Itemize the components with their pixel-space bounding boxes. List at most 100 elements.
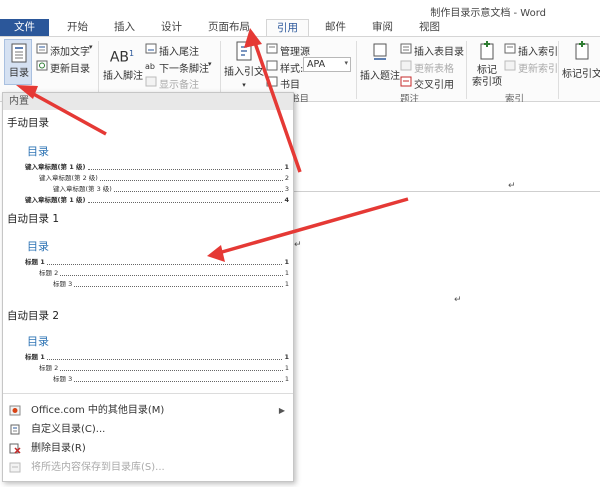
menu-item-label: 自定义目录(C)...	[31, 424, 106, 435]
toc-preview-line: 标题 21	[39, 269, 289, 277]
mark-entry-label-line1: 标记	[477, 65, 497, 76]
style-icon	[266, 60, 278, 71]
title-bar: 制作目录示意文档 - Word 文件 开始 插入 设计 页面布局 引用 邮件 审…	[0, 0, 600, 37]
toc-option-auto-2[interactable]: 自动目录 2 目录 标题 11 标题 21 标题 31	[3, 305, 293, 391]
add-text-icon	[36, 43, 48, 54]
update-index-icon	[504, 60, 516, 71]
toc-option-title: 自动目录 2	[7, 310, 60, 322]
save-selection-icon	[9, 462, 21, 473]
ribbon-separator	[466, 41, 467, 99]
custom-toc-icon	[10, 424, 20, 435]
builtin-header: 内置	[3, 93, 293, 110]
manage-sources-button[interactable]: 管理源	[280, 43, 310, 58]
mark-entry-icon	[480, 41, 494, 60]
insert-footnote-button[interactable]: AB1 插入脚注	[103, 45, 143, 83]
toc-preview-heading: 目录	[27, 240, 49, 253]
style-select-value: APA	[307, 59, 326, 70]
toc-preview-line: 键入章标题(第 1 级) 4	[25, 196, 289, 204]
page-top-line	[291, 191, 600, 192]
cross-reference-button[interactable]: 交叉引用	[414, 76, 454, 91]
update-table-button[interactable]: 更新表格	[414, 60, 454, 75]
mark-entry-button[interactable]: 标记 索引项	[470, 41, 504, 89]
chevron-down-icon: ▾	[344, 59, 348, 67]
tab-home[interactable]: 开始	[57, 19, 98, 36]
menu-item-office-toc[interactable]: Office.com 中的其他目录(M) ▶	[3, 401, 293, 420]
toc-option-auto-1[interactable]: 自动目录 1 目录 标题 11 标题 21 标题 31	[3, 208, 293, 298]
update-table-icon	[400, 60, 412, 71]
toc-gallery-dropdown: 内置 手动目录 目录 键入章标题(第 1 级) 1 键入章标题(第 2 级) 2 键…	[2, 92, 294, 482]
next-footnote-button[interactable]: 下一条脚注	[159, 60, 209, 75]
tab-design[interactable]: 设计	[151, 19, 192, 36]
mark-citation-icon	[575, 41, 589, 60]
mark-entry-label-line2: 索引项	[472, 77, 502, 88]
ribbon-tabs: 文件 开始 插入 设计 页面布局 引用 邮件 审阅 视图	[0, 19, 456, 37]
insert-citation-button[interactable]: 插入引文 ▾	[224, 41, 264, 91]
toc-preview-line: 标题 31	[53, 280, 289, 288]
insert-caption-button[interactable]: 插入题注	[360, 43, 400, 83]
insert-endnote-button[interactable]: 插入尾注	[159, 43, 199, 58]
insert-caption-label: 插入题注	[360, 71, 400, 82]
bibliography-icon	[266, 76, 278, 87]
ribbon-separator	[558, 41, 559, 99]
next-footnote-icon: ab	[145, 62, 155, 71]
window-title: 制作目录示意文档 - Word	[430, 8, 546, 19]
next-footnote-dropdown-icon[interactable]: ▾	[208, 60, 212, 68]
chevron-right-icon: ▶	[278, 406, 285, 415]
toc-button[interactable]: 目录	[4, 39, 32, 85]
show-notes-icon	[145, 76, 157, 87]
tab-insert[interactable]: 插入	[104, 19, 145, 36]
word-window: 制作目录示意文档 - Word 文件 开始 插入 设计 页面布局 引用 邮件 审…	[0, 0, 600, 487]
toc-preview-heading: 目录	[27, 335, 49, 348]
mark-citation-button[interactable]: 标记引文	[562, 41, 600, 81]
show-notes-button[interactable]: 显示备注	[159, 76, 199, 91]
toc-preview-heading: 目录	[27, 145, 49, 158]
menu-item-custom-toc[interactable]: 自定义目录(C)...	[3, 420, 293, 439]
toc-button-label: 目录	[9, 68, 29, 79]
toc-option-title: 自动目录 1	[7, 213, 60, 225]
tab-layout[interactable]: 页面布局	[198, 19, 260, 36]
cross-reference-icon	[400, 76, 412, 87]
bibliography-button[interactable]: 书目	[280, 76, 300, 91]
insert-citation-dropdown-icon: ▾	[242, 81, 246, 89]
table-of-figures-icon	[400, 43, 412, 54]
toc-preview-line: 标题 31	[53, 375, 289, 383]
toc-preview-line: 键入章标题(第 1 级) 1	[25, 163, 289, 171]
ribbon-separator	[356, 41, 357, 99]
menu-item-label: Office.com 中的其他目录(M)	[31, 405, 165, 416]
insert-citation-label: 插入引文	[224, 67, 264, 78]
update-toc-button[interactable]: 更新目录	[50, 60, 90, 75]
paragraph-mark: ↵	[294, 240, 302, 250]
footnote-icon: AB1	[109, 49, 135, 66]
menu-item-save-selection[interactable]: 将所选内容保存到目录库(S)...	[3, 458, 293, 477]
tab-references[interactable]: 引用	[266, 19, 309, 37]
tab-file[interactable]: 文件	[0, 19, 49, 36]
insert-index-icon	[504, 43, 516, 54]
tab-mailings[interactable]: 邮件	[315, 19, 356, 36]
toc-preview-line: 标题 11	[25, 353, 289, 361]
ribbon-separator	[220, 41, 221, 99]
remove-toc-icon	[9, 443, 21, 454]
manage-sources-icon	[266, 43, 278, 54]
toc-icon	[11, 43, 27, 63]
insert-index-button[interactable]: 插入索引	[518, 43, 558, 58]
update-index-button[interactable]: 更新索引	[518, 60, 558, 75]
menu-item-remove-toc[interactable]: 删除目录(R)	[3, 439, 293, 458]
style-label: 样式:	[280, 64, 304, 75]
style-select[interactable]: APA ▾	[303, 57, 351, 72]
toc-option-manual[interactable]: 手动目录 目录 键入章标题(第 1 级) 1 键入章标题(第 2 级) 2 键入章标…	[3, 111, 293, 207]
toc-preview-line: 标题 21	[39, 364, 289, 372]
menu-item-label: 删除目录(R)	[31, 443, 86, 454]
tab-view[interactable]: 视图	[409, 19, 450, 36]
svg-text:ab: ab	[145, 62, 155, 71]
tab-review[interactable]: 审阅	[362, 19, 403, 36]
toc-preview-line: 键入章标题(第 2 级) 2	[39, 174, 289, 182]
caption-icon	[373, 43, 387, 60]
toc-preview-line: 标题 11	[25, 258, 289, 266]
paragraph-mark: ↵	[508, 181, 516, 191]
insert-footnote-label: 插入脚注	[103, 70, 143, 82]
toc-preview-line: 键入章标题(第 3 级) 3	[53, 185, 289, 193]
add-text-button[interactable]: 添加文字	[50, 43, 90, 58]
add-text-dropdown-icon[interactable]: ▾	[89, 43, 93, 51]
insert-table-of-figures-button[interactable]: 插入表目录	[414, 43, 464, 58]
office-icon	[9, 405, 21, 416]
